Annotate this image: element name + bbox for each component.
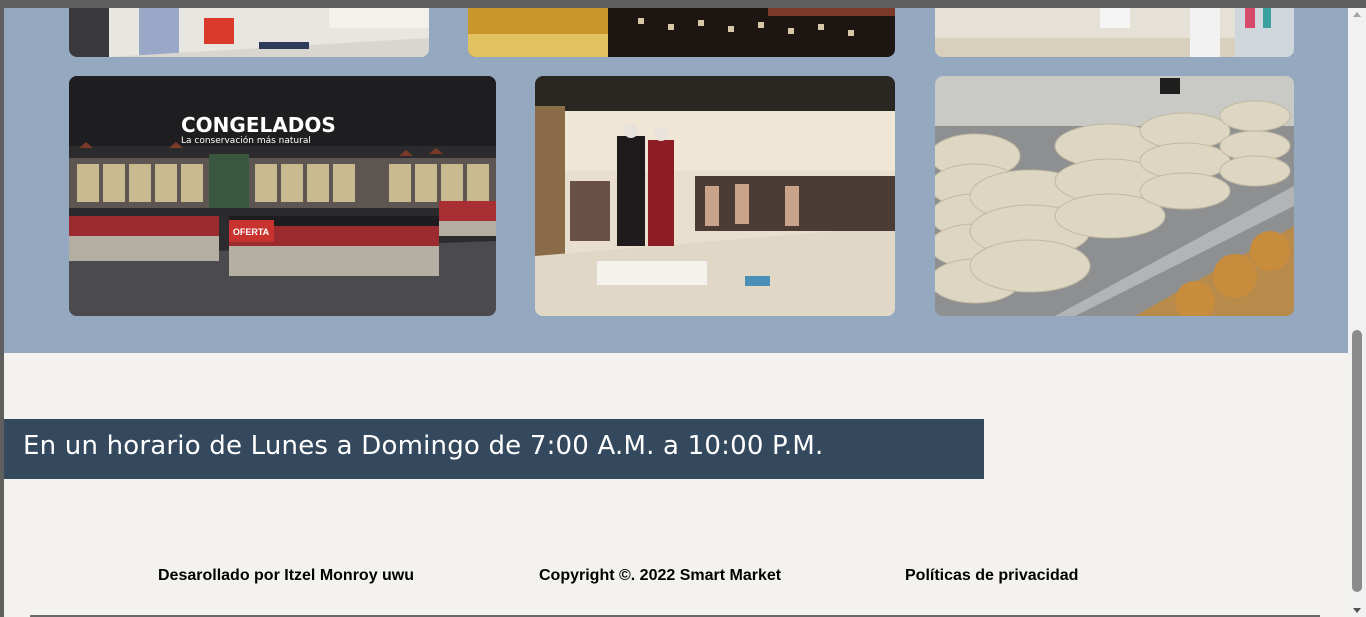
image-gallery: OFERTA CONGELADOS La conservación más na… — [4, 8, 1348, 353]
vertical-scrollbar[interactable] — [1348, 8, 1366, 617]
frozen-sign-title: CONGELADOS — [181, 113, 336, 137]
clothing-store-photo — [535, 76, 895, 316]
tortillas-shelf-photo — [935, 76, 1294, 316]
copyright-text: Copyright ©. 2022 Smart Market — [539, 567, 782, 584]
store-aisle-shopper-photo — [69, 8, 429, 57]
wine-shelves-photo — [468, 8, 895, 57]
scroll-up-arrow-icon[interactable] — [1353, 12, 1361, 17]
page-viewport: OFERTA CONGELADOS La conservación más na… — [4, 8, 1348, 617]
developer-credit: Desarollado por Itzel Monroy uwu — [158, 567, 415, 584]
privacy-policy-link[interactable]: Políticas de privacidad — [905, 567, 1078, 585]
business-hours-text: En un horario de Lunes a Domingo de 7:00… — [23, 431, 824, 461]
scroll-thumb[interactable] — [1352, 330, 1362, 592]
scroll-down-arrow-icon[interactable] — [1353, 608, 1361, 613]
frozen-sign-subtitle: La conservación más natural — [181, 135, 311, 146]
pharmacy-shelves-photo — [935, 8, 1294, 57]
offer-sign: OFERTA — [233, 227, 270, 237]
business-hours-banner: En un horario de Lunes a Domingo de 7:00… — [4, 419, 984, 479]
frozen-section-photo: OFERTA CONGELADOS La conservación más na… — [69, 76, 496, 316]
